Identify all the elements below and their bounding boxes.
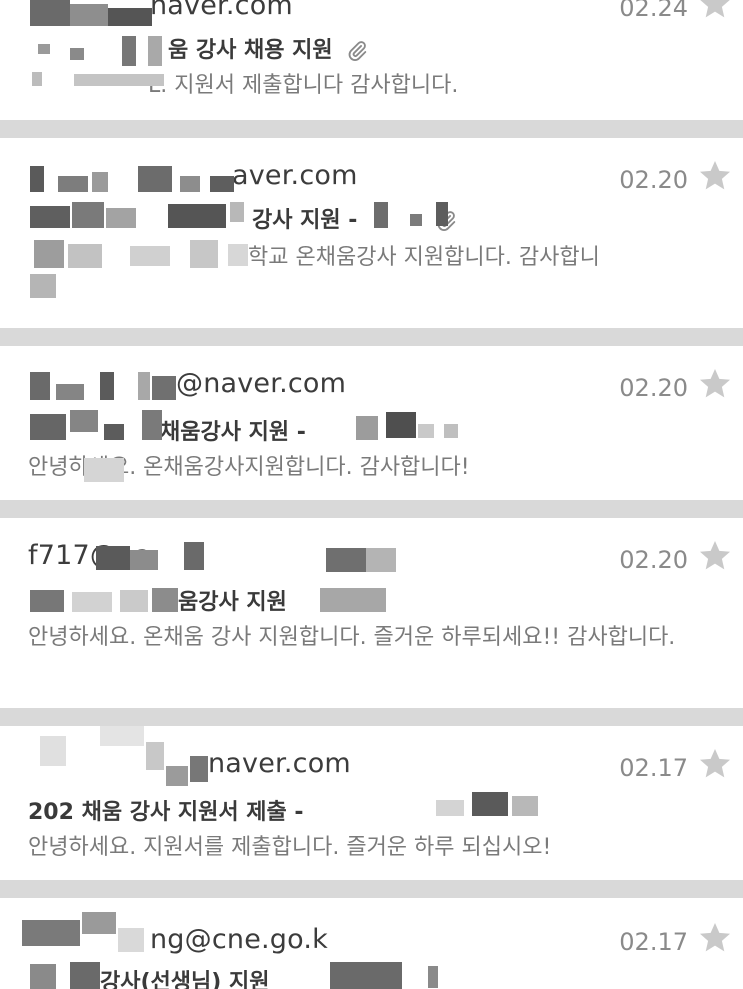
email-sender: ng@cne.go.k — [150, 924, 329, 955]
email-subject-text: 강사(선생님) 지원 — [100, 970, 270, 989]
email-date: 02.20 — [619, 166, 688, 194]
email-date: 02.17 — [619, 754, 688, 782]
email-subject-text: 움강사 지원 — [178, 590, 287, 615]
subject-redaction-tail — [330, 960, 440, 989]
email-snippet: 안녕하세요. 지원서를 제출합니다. 즐거운 하루 되십시오! — [28, 835, 552, 860]
email-snippet: 안녕하세요. 온채움 강사 지원합니다. 즐거운 하루되세요!! 감사합니다. — [28, 625, 676, 650]
email-subject: 202 채움 강사 지원서 제출 - — [28, 794, 304, 826]
sender-redaction — [40, 726, 210, 786]
email-sender: @naver.com — [176, 368, 347, 399]
subject-redaction-tail — [356, 412, 466, 440]
email-item[interactable]: naver.com 02.24 움 강사 채용 지원 L. 지원서 제출합니다 … — [0, 0, 743, 120]
star-icon[interactable] — [697, 0, 733, 22]
email-sender: aver.com — [232, 160, 358, 191]
sender-redaction — [30, 166, 234, 192]
subject-redaction — [436, 790, 562, 820]
email-date: 02.17 — [619, 928, 688, 956]
email-subject: 강사(선생님) 지원 — [100, 964, 269, 989]
email-subject: 움 강사 채용 지원 — [168, 32, 368, 64]
subject-redaction — [30, 584, 178, 614]
subject-redaction — [30, 960, 102, 989]
star-icon[interactable] — [697, 538, 733, 574]
email-sender: naver.com — [208, 748, 351, 779]
email-item[interactable]: ng@cne.go.k 02.17 강사(선생님) 지원 — [0, 898, 743, 989]
email-item[interactable]: @naver.com 02.20 채움강사 지원 - 안녕하세요. 온채움강사지… — [0, 346, 743, 500]
email-date: 02.20 — [619, 374, 688, 402]
email-list: naver.com 02.24 움 강사 채용 지원 L. 지원서 제출합니다 … — [0, 0, 743, 989]
star-icon[interactable] — [697, 746, 733, 782]
email-item[interactable]: naver.com 02.17 202 채움 강사 지원서 제출 - 안녕하세요… — [0, 726, 743, 880]
subject-redaction — [30, 200, 252, 300]
email-subject-text: 채움강사 지원 - — [160, 420, 306, 445]
snippet-redaction — [80, 454, 160, 484]
sender-redaction — [30, 372, 178, 400]
subject-redaction-tail — [372, 200, 482, 230]
email-snippet: L. 지원서 제출합니다 감사합니다. — [148, 73, 459, 98]
subject-redaction-tail — [320, 588, 390, 614]
star-icon[interactable] — [697, 920, 733, 956]
sender-redaction — [22, 912, 150, 958]
email-subject: 채움강사 지원 - — [160, 414, 306, 446]
star-icon[interactable] — [697, 158, 733, 194]
star-icon[interactable] — [697, 366, 733, 402]
subject-redaction — [30, 410, 164, 440]
attachment-icon — [348, 41, 367, 61]
email-item[interactable]: aver.com 02.20 강사 지원 - 학교 온채움강사 지원합니다. 감… — [0, 138, 743, 328]
email-date: 02.20 — [619, 546, 688, 574]
email-subject: 움강사 지원 — [178, 584, 287, 616]
email-snippet: 학교 온채움강사 지원합니다. 감사합니 — [248, 245, 600, 270]
sender-redaction — [60, 542, 400, 572]
subject-redaction — [30, 34, 168, 90]
email-subject-text: 움 강사 채용 지원 — [168, 38, 333, 63]
email-item[interactable]: f717@na 02.20 움강사 지원 안녕하세요. 온채움 강사 지원합니다… — [0, 518, 743, 708]
email-subject-text: 202 채움 강사 지원서 제출 - — [28, 800, 304, 825]
email-date: 02.24 — [619, 0, 688, 22]
email-subject-text: 강사 지원 - — [252, 208, 358, 233]
email-sender: naver.com — [150, 0, 293, 21]
sender-redaction — [30, 0, 152, 26]
